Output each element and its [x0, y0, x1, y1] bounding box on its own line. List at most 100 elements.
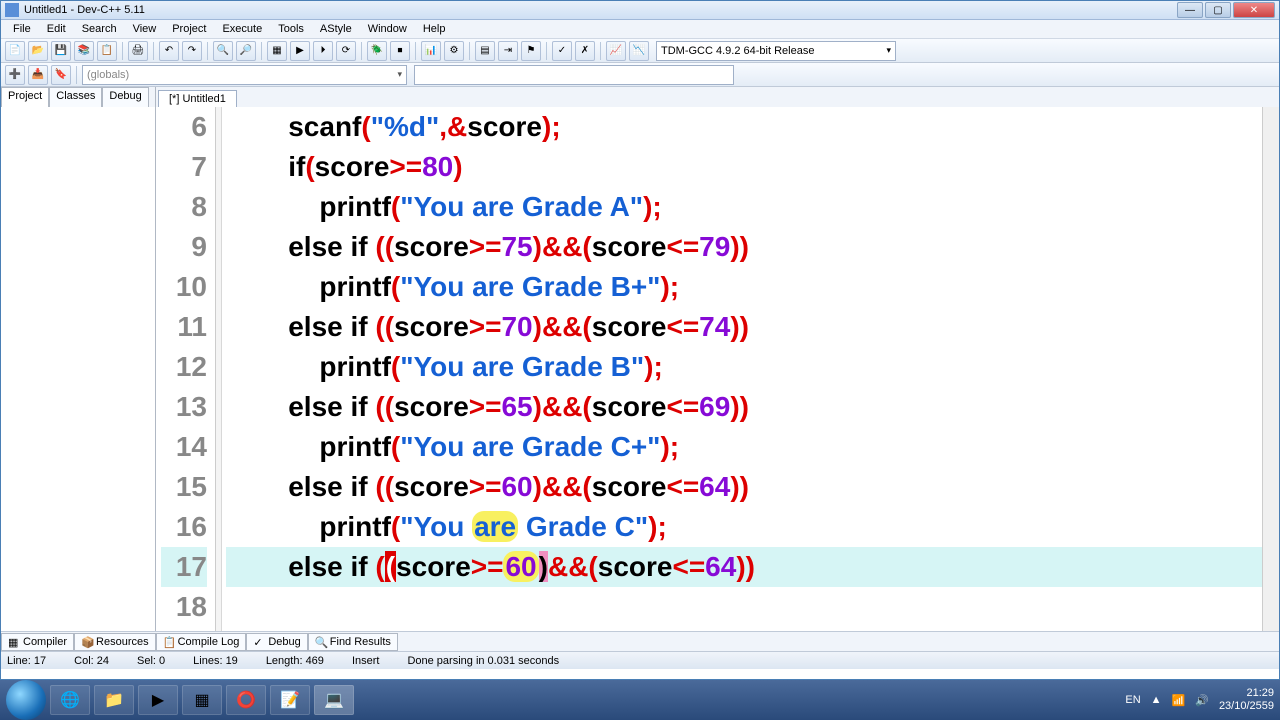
vertical-scrollbar[interactable]: [1262, 107, 1279, 631]
code-line[interactable]: printf("You are Grade A");: [226, 187, 1279, 227]
run-button[interactable]: ▶: [290, 41, 310, 61]
taskbar-explorer[interactable]: 📁: [94, 685, 134, 715]
bottom-tab-find-results[interactable]: 🔍Find Results: [308, 633, 398, 651]
left-tab-project[interactable]: Project: [1, 87, 49, 107]
undo-button[interactable]: ↶: [159, 41, 179, 61]
menu-tools[interactable]: Tools: [270, 21, 312, 37]
status-sel: Sel: 0: [137, 655, 165, 667]
bookmark2-button[interactable]: 🔖: [51, 65, 71, 85]
compiler-selector[interactable]: TDM-GCC 4.9.2 64-bit Release: [656, 41, 896, 61]
stop-button[interactable]: ⏹: [390, 41, 410, 61]
taskbar-devcpp[interactable]: 💻: [314, 685, 354, 715]
system-tray[interactable]: EN ▲ 📶 🔊 21:29 23/10/2559: [1125, 687, 1274, 713]
bottom-tab-resources[interactable]: 📦Resources: [74, 633, 156, 651]
code-editor[interactable]: 6789101112131415161718 scanf("%d",&score…: [156, 107, 1279, 631]
taskbar-chrome[interactable]: ⭕: [226, 685, 266, 715]
menu-search[interactable]: Search: [74, 21, 125, 37]
rebuild-button[interactable]: ⟳: [336, 41, 356, 61]
left-panel: ProjectClassesDebug: [1, 87, 156, 631]
tab-icon: 📦: [81, 636, 93, 648]
line-number: 14: [161, 427, 207, 467]
left-tab-debug[interactable]: Debug: [102, 87, 148, 107]
check-button[interactable]: ✓: [552, 41, 572, 61]
menu-edit[interactable]: Edit: [39, 21, 74, 37]
save-all-button[interactable]: 📚: [74, 41, 94, 61]
code-line[interactable]: [226, 587, 1279, 627]
scope-selector[interactable]: (globals): [82, 65, 407, 85]
goto-button[interactable]: ⇥: [498, 41, 518, 61]
titlebar[interactable]: Untitled1 - Dev-C++ 5.11 — ▢ ✕: [1, 1, 1279, 20]
new-project-button[interactable]: ➕: [5, 65, 25, 85]
taskbar-grid[interactable]: ▦: [182, 685, 222, 715]
code-line[interactable]: else if ((score>=75)&&(score<=79)): [226, 227, 1279, 267]
code-line[interactable]: scanf("%d",&score);: [226, 107, 1279, 147]
remove-button[interactable]: ✗: [575, 41, 595, 61]
replace-button[interactable]: 🔎: [236, 41, 256, 61]
close-button[interactable]: ✕: [1233, 2, 1275, 18]
toolbar-separator: [600, 42, 601, 60]
code-line[interactable]: else if ((score>=70)&&(score<=74)): [226, 307, 1279, 347]
bottom-tab-compile-log[interactable]: 📋Compile Log: [156, 633, 247, 651]
tray-sound-icon[interactable]: 🔊: [1195, 694, 1209, 707]
chart-button[interactable]: 📉: [629, 41, 649, 61]
menu-window[interactable]: Window: [360, 21, 415, 37]
code-line[interactable]: printf("You are Grade C+");: [226, 427, 1279, 467]
start-button[interactable]: [6, 680, 46, 720]
code-line[interactable]: if(score>=80): [226, 147, 1279, 187]
code-line[interactable]: else if ((score>=65)&&(score<=69)): [226, 387, 1279, 427]
profile-button[interactable]: 📊: [421, 41, 441, 61]
toolbar-separator: [546, 42, 547, 60]
line-number: 8: [161, 187, 207, 227]
tray-network-icon[interactable]: 📶: [1172, 694, 1186, 707]
member-selector[interactable]: [414, 65, 734, 85]
window-list-button[interactable]: ▤: [475, 41, 495, 61]
menu-project[interactable]: Project: [164, 21, 214, 37]
debug-button[interactable]: 🪲: [367, 41, 387, 61]
bottom-tab-debug[interactable]: ✓Debug: [246, 633, 307, 651]
save-button[interactable]: 💾: [51, 41, 71, 61]
save-as-button[interactable]: 📋: [97, 41, 117, 61]
menu-file[interactable]: File: [5, 21, 39, 37]
bottom-tab-compiler[interactable]: ▦Compiler: [1, 633, 74, 651]
tray-flag-icon[interactable]: ▲: [1151, 694, 1162, 706]
code-line[interactable]: else if ((score>=60)&&(score<=64)): [226, 467, 1279, 507]
taskbar[interactable]: 🌐 📁 ▶ ▦ ⭕ 📝 💻 EN ▲ 📶 🔊 21:29 23/10/2559: [0, 680, 1280, 720]
code-body[interactable]: scanf("%d",&score); if(score>=80) printf…: [222, 107, 1279, 631]
statusbar: Line: 17 Col: 24 Sel: 0 Lines: 19 Length…: [1, 651, 1279, 669]
maximize-button[interactable]: ▢: [1205, 2, 1231, 18]
left-tab-classes[interactable]: Classes: [49, 87, 102, 107]
taskbar-media[interactable]: ▶: [138, 685, 178, 715]
editor-panel: [*] Untitled1 6789101112131415161718 sca…: [156, 87, 1279, 631]
line-gutter: 6789101112131415161718: [161, 107, 216, 631]
compile-button[interactable]: ▦: [267, 41, 287, 61]
compile-run-button[interactable]: ⏵: [313, 41, 333, 61]
taskbar-ie[interactable]: 🌐: [50, 685, 90, 715]
tool-button[interactable]: ⚙: [444, 41, 464, 61]
stats-button[interactable]: 📈: [606, 41, 626, 61]
redo-button[interactable]: ↷: [182, 41, 202, 61]
menu-astyle[interactable]: AStyle: [312, 21, 360, 37]
minimize-button[interactable]: —: [1177, 2, 1203, 18]
line-number: 15: [161, 467, 207, 507]
menu-execute[interactable]: Execute: [214, 21, 270, 37]
new-file-button[interactable]: 📄: [5, 41, 25, 61]
taskbar-notes[interactable]: 📝: [270, 685, 310, 715]
code-line[interactable]: printf("You are Grade B+");: [226, 267, 1279, 307]
code-line[interactable]: printf("You are Grade C");: [226, 507, 1279, 547]
print-button[interactable]: 🖨: [128, 41, 148, 61]
find-button[interactable]: 🔍: [213, 41, 233, 61]
menu-help[interactable]: Help: [415, 21, 454, 37]
insert-button[interactable]: 📥: [28, 65, 48, 85]
tray-clock[interactable]: 21:29 23/10/2559: [1219, 687, 1274, 713]
code-line[interactable]: printf("You are Grade B");: [226, 347, 1279, 387]
menu-view[interactable]: View: [125, 21, 165, 37]
bookmark-button[interactable]: ⚑: [521, 41, 541, 61]
toolbar-separator: [261, 42, 262, 60]
status-length: Length: 469: [266, 655, 324, 667]
tray-lang[interactable]: EN: [1125, 694, 1140, 706]
line-number: 13: [161, 387, 207, 427]
project-tree[interactable]: [1, 107, 155, 631]
code-line[interactable]: else if ((score>=60)&&(score<=64)): [226, 547, 1279, 587]
file-tab[interactable]: [*] Untitled1: [158, 90, 237, 107]
open-button[interactable]: 📂: [28, 41, 48, 61]
